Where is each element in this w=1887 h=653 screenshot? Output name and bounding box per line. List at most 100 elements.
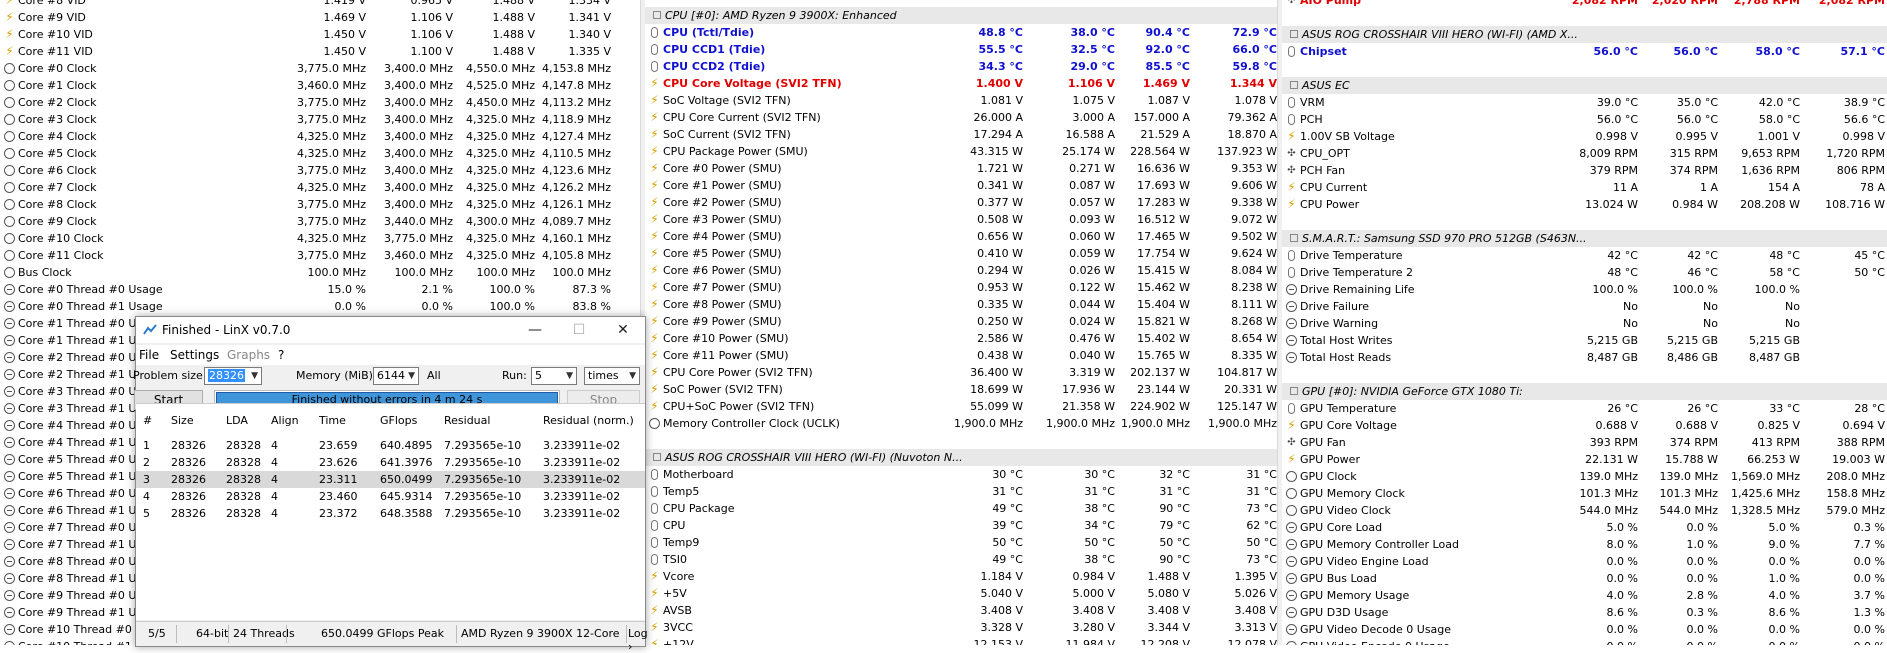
sensor-row[interactable]: ✣ CPU_OPT 8,009 RPM 315 RPM 9,653 RPM 1,720 R… [1282,145,1887,162]
sensor-row[interactable]: ⚡ Core #8 VID 1.419 V 0.965 V 1.488 V 1.334 V [0,0,640,9]
menu-settings[interactable]: Settings [170,348,219,362]
sensor-row[interactable]: Core #8 Clock 3,775.0 MHz 3,400.0 MHz 4,325… [0,196,640,213]
sensor-row[interactable]: ⚡ Core #10 VID 1.450 V 1.106 V 1.488 V 1.340 … [0,26,640,43]
sensor-row[interactable]: Drive Temperature 42 °C 42 °C 48 °C 45 °C [1282,247,1887,264]
sensor-row[interactable]: ⚡ SoC Power (SVI2 TFN) 18.699 W 17.936 W 23.… [645,381,1278,398]
sensor-row[interactable]: Core #0 Thread #1 Usage 0.0 % 0.0 % 100.0 %… [0,298,640,315]
sensor-row[interactable]: Core #5 Clock 4,325.0 MHz 3,400.0 MHz 4,325… [0,145,640,162]
sensor-row[interactable]: Core #9 Clock 3,775.0 MHz 3,440.0 MHz 4,300… [0,213,640,230]
sensor-row[interactable]: ⚡ 1.00V SB Voltage 0.998 V 0.995 V 1.001 V 0.… [1282,128,1887,145]
sensor-row[interactable]: Chipset 56.0 °C 56.0 °C 58.0 °C 57.1 °C [1282,43,1887,60]
sensor-row[interactable]: Drive Failure No No No [1282,298,1887,315]
sensor-row[interactable]: ⚡ Core #7 Power (SMU) 0.953 W 0.122 W 15.462… [645,279,1278,296]
sensor-row[interactable]: Core #3 Clock 3,775.0 MHz 3,400.0 MHz 4,325… [0,111,640,128]
sensor-row[interactable]: Bus Clock 100.0 MHz 100.0 MHz 100.0 MHz 100.… [0,264,640,281]
sensor-row[interactable]: Core #4 Clock 4,325.0 MHz 3,400.0 MHz 4,325… [0,128,640,145]
sensor-row[interactable]: Core #11 Clock 3,775.0 MHz 3,460.0 MHz 4,32… [0,247,640,264]
sensor-row[interactable]: Core #10 Clock 4,325.0 MHz 3,775.0 MHz 4,32… [0,230,640,247]
sensor-row[interactable]: TSI0 49 °C 38 °C 90 °C 73 °C [645,551,1278,568]
sensor-row[interactable]: ⚡ AVSB 3.408 V 3.408 V 3.408 V 3.408 V [645,602,1278,619]
menu-file[interactable]: File [139,348,159,362]
sensor-row[interactable]: ⚡ CPU Core Power (SVI2 TFN) 36.400 W 3.319 … [645,364,1278,381]
sensor-row[interactable]: Drive Remaining Life 100.0 % 100.0 % 100.0 … [1282,281,1887,298]
sensor-row[interactable]: ✣ PCH Fan 379 RPM 374 RPM 1,636 RPM 806 RPM [1282,162,1887,179]
sensor-row[interactable]: ⚡ Core #0 Power (SMU) 1.721 W 0.271 W 16.636… [645,160,1278,177]
group-collapse-icon[interactable] [1290,234,1298,242]
sensor-row[interactable]: ⚡ Core #11 Power (SMU) 0.438 W 0.040 W 15.76… [645,347,1278,364]
sensor-row[interactable]: GPU D3D Usage 8.6 % 0.3 % 8.6 % 1.3 % [1282,604,1887,621]
sensor-row[interactable]: ⚡ CPU Package Power (SMU) 43.315 W 25.174 W… [645,143,1278,160]
sensor-row[interactable]: ⚡ Core #9 VID 1.469 V 1.106 V 1.488 V 1.341 V [0,9,640,26]
sensor-row[interactable]: ⚡ SoC Current (SVI2 TFN) 17.294 A 16.588 A2… [645,126,1278,143]
sensor-group-header[interactable]: CPU [#0]: AMD Ryzen 9 3900X: Enhanced [645,7,1278,24]
header-col-index[interactable]: # [143,412,152,429]
log-toggle[interactable]: Log › [628,627,648,653]
sensor-row[interactable]: Total Host Writes 5,215 GB 5,215 GB 5,215 G… [1282,332,1887,349]
sensor-row[interactable]: ⚡ +12V 12.153 V 11.984 V 12.208 V 12.078 V [645,636,1278,645]
sensor-row[interactable]: Core #7 Clock 4,325.0 MHz 3,400.0 MHz 4,325… [0,179,640,196]
linx-window[interactable]: Finished - LinX v0.7.0 — ☐ ✕ File Settin… [133,316,648,653]
sensor-row[interactable]: ⚡ CPU Power 13.024 W 0.984 W 208.208 W 108.71… [1282,196,1887,213]
sensor-row[interactable]: GPU Clock 139.0 MHz 139.0 MHz 1,569.0 MHz 20… [1282,468,1887,485]
sensor-row[interactable]: ⚡ Core #4 Power (SMU) 0.656 W 0.060 W 17.465… [645,228,1278,245]
maximize-button[interactable]: ☐ [557,317,601,343]
sensor-row[interactable]: ⚡ GPU Core Voltage 0.688 V 0.688 V 0.825 V 0.… [1282,417,1887,434]
header-col-residual-norm[interactable]: Residual (norm.) [543,412,634,429]
sensor-row[interactable]: GPU Video Clock 544.0 MHz 544.0 MHz 1,328.5… [1282,502,1887,519]
sensor-row[interactable]: ⚡ +5V 5.040 V 5.000 V 5.080 V 5.026 V [645,585,1278,602]
sensor-row[interactable]: CPU 39 °C 34 °C 79 °C 62 °C [645,517,1278,534]
sensor-row[interactable]: ⚡ Core #9 Power (SMU) 0.250 W 0.024 W 15.821… [645,313,1278,330]
header-col-align[interactable]: Align [271,412,299,429]
sensor-row[interactable]: Core #1 Clock 3,460.0 MHz 3,400.0 MHz 4,525… [0,77,640,94]
run-unit-select[interactable]: times ▼ [584,367,640,385]
problem-size-combobox[interactable]: 28326 ▼ [204,367,262,385]
sensor-row[interactable]: GPU Memory Clock 101.3 MHz 101.3 MHz 1,425.… [1282,485,1887,502]
sensor-row[interactable]: ⚡ Core #6 Power (SMU) 0.294 W 0.026 W 15.415… [645,262,1278,279]
minimize-button[interactable]: — [513,317,557,343]
group-collapse-icon[interactable] [1290,387,1298,395]
linx-title-bar[interactable]: Finished - LinX v0.7.0 — ☐ ✕ [136,317,645,343]
table-row[interactable]: 2 28326 28328 4 23.626 641.3976 7.293565e-10 3.… [136,454,645,471]
sensor-row[interactable]: ⚡ Core #10 Power (SMU) 2.586 W 0.476 W 15.40… [645,330,1278,347]
group-collapse-icon[interactable] [1290,30,1298,38]
sensor-group-header[interactable]: ASUS ROG CROSSHAIR VIII HERO (WI-FI) (AM… [1282,26,1887,43]
table-row[interactable]: 3 28326 28328 4 23.311 650.0499 7.293565e-10 3.… [136,471,645,488]
sensor-row[interactable]: Core #6 Clock 3,775.0 MHz 3,400.0 MHz 4,325… [0,162,640,179]
run-count-spinner[interactable]: 5 ▼ [531,367,577,385]
sensor-row[interactable]: VRM 39.0 °C 35.0 °C 42.0 °C 38.9 °C [1282,94,1887,111]
sensor-row[interactable]: CPU (Tctl/Tdie) 48.8 °C 38.0 °C 90.4 °C 72.9… [645,24,1278,41]
sensor-row[interactable]: ⚡ Vcore 1.184 V 0.984 V 1.488 V 1.395 V [645,568,1278,585]
header-col-time[interactable]: Time [319,412,346,429]
sensor-row[interactable]: GPU Video Decode 0 Usage 0.0 % 0.0 % 0.0 % 0… [1282,621,1887,638]
sensor-row[interactable]: ⚡ Core #2 Power (SMU) 0.377 W 0.057 W 17.283… [645,194,1278,211]
sensor-row[interactable]: CPU Package 49 °C 38 °C 90 °C 73 °C [645,500,1278,517]
menu-graphs[interactable]: Graphs [227,348,270,362]
sensor-row[interactable]: CPU CCD1 (Tdie) 55.5 °C 32.5 °C 92.0 °C 66.0… [645,41,1278,58]
table-row[interactable]: 1 28326 28328 4 23.659 640.4895 7.293565e-10 3.… [136,437,645,454]
sensor-row[interactable]: Motherboard 30 °C 30 °C 32 °C 31 °C [645,466,1278,483]
sensor-row[interactable]: ⚡ Core #5 Power (SMU) 0.410 W 0.059 W 17.754… [645,245,1278,262]
sensor-row[interactable]: ⚡ CPU Core Voltage (SVI2 TFN) 1.400 V 1.106… [645,75,1278,92]
memory-combobox[interactable]: 6144 ▼ [373,367,419,385]
sensor-row[interactable]: GPU Core Load 5.0 % 0.0 % 5.0 % 0.3 % [1282,519,1887,536]
table-row[interactable]: 5 28326 28328 4 23.372 648.3588 7.293565e-10 3.… [136,505,645,522]
header-col-gflops[interactable]: GFlops [380,412,417,429]
header-col-size[interactable]: Size [171,412,194,429]
sensor-row[interactable]: Memory Controller Clock (UCLK) 1,900.0 MH… [645,415,1278,432]
group-collapse-icon[interactable] [1290,81,1298,89]
sensor-group-header[interactable]: S.M.A.R.T.: Samsung SSD 970 PRO 512GB (S… [1282,230,1887,247]
menu-help[interactable]: ? [278,348,284,362]
sensor-row[interactable]: Total Host Reads 8,487 GB 8,486 GB 8,487 GB [1282,349,1887,366]
sensor-row[interactable]: ⚡ Core #11 VID 1.450 V 1.100 V 1.488 V 1.335 … [0,43,640,60]
header-col-lda[interactable]: LDA [226,412,248,429]
sensor-row[interactable]: Core #0 Clock 3,775.0 MHz 3,400.0 MHz 4,550… [0,60,640,77]
sensor-row[interactable]: GPU Bus Load 0.0 % 0.0 % 1.0 % 0.0 % [1282,570,1887,587]
sensor-row[interactable]: Temp9 50 °C 50 °C 50 °C 50 °C [645,534,1278,551]
sensor-row[interactable]: Drive Temperature 2 48 °C 46 °C 58 °C 50 °C [1282,264,1887,281]
sensor-row[interactable]: CPU CCD2 (Tdie) 34.3 °C 29.0 °C 85.5 °C 59.8… [645,58,1278,75]
sensor-row[interactable]: ⚡ CPU Current 11 A1 A 154 A 78 A [1282,179,1887,196]
sensor-row[interactable]: ⚡ SoC Voltage (SVI2 TFN) 1.081 V 1.075 V 1.0… [645,92,1278,109]
sensor-row[interactable]: Drive Warning No No No [1282,315,1887,332]
sensor-row[interactable]: Temp5 31 °C 31 °C 31 °C 31 °C [645,483,1278,500]
sensor-row[interactable]: ⚡ GPU Power 22.131 W 15.788 W 66.253 W 19.003… [1282,451,1887,468]
